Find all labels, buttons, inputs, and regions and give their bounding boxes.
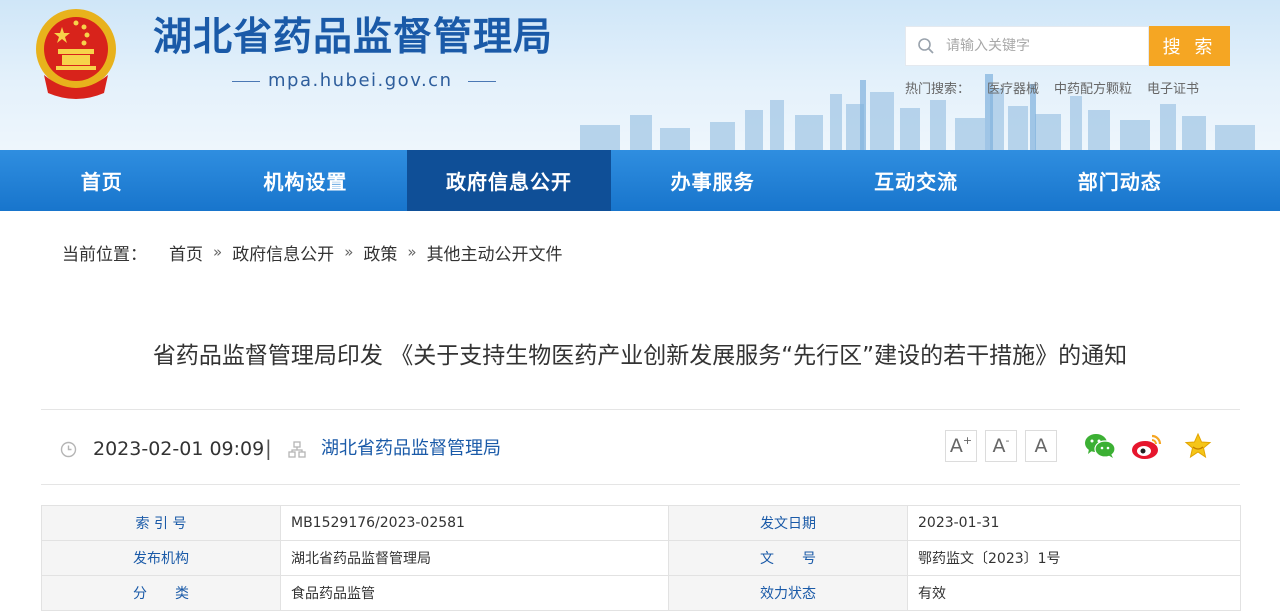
hot-search-link[interactable]: 电子证书	[1147, 78, 1199, 97]
publish-datetime: 2023-02-01 09:09	[93, 438, 265, 460]
search-icon	[906, 27, 946, 65]
domain-text: mpa.hubei.gov.cn	[268, 70, 453, 91]
info-key-validity: 效力状态	[668, 575, 908, 611]
info-value-validity: 有效	[907, 575, 1241, 611]
site-domain: mpa.hubei.gov.cn	[232, 68, 532, 94]
info-value-category: 食品药品监管	[280, 575, 669, 611]
info-value-issue-date: 2023-01-31	[907, 505, 1241, 541]
info-key-index: 索 引 号	[41, 505, 281, 541]
nav-item-interaction[interactable]: 互动交流	[814, 150, 1018, 211]
breadcrumb-link-home[interactable]: 首页	[169, 240, 203, 265]
font-decrease-mark: -	[1005, 433, 1010, 447]
info-key-category: 分 类	[41, 575, 281, 611]
domain-left-rule	[232, 81, 260, 82]
article-source: 湖北省药品监督管理局	[321, 438, 501, 459]
breadcrumb: 当前位置： 首页 » 政府信息公开 » 政策 » 其他主动公开文件	[62, 240, 563, 265]
search-box	[905, 26, 1149, 66]
nav-item-organization[interactable]: 机构设置	[204, 150, 408, 211]
info-value-publisher: 湖北省药品监督管理局	[280, 540, 669, 576]
info-key-doc-number: 文 号	[668, 540, 908, 576]
organization-icon	[288, 441, 306, 463]
font-reset-button[interactable]: A	[1025, 430, 1057, 462]
breadcrumb-link-gov-info[interactable]: 政府信息公开	[232, 240, 334, 265]
article-title: 省药品监督管理局印发 《关于支持生物医药产业创新发展服务“先行区”建设的若干措施…	[152, 343, 1128, 369]
table-row: 索 引 号 MB1529176/2023-02581 发文日期 2023-01-…	[41, 505, 1241, 541]
info-key-publisher: 发布机构	[41, 540, 281, 576]
wechat-icon[interactable]	[1083, 430, 1117, 462]
domain-right-rule	[468, 81, 496, 82]
site-title: 湖北省药品监督管理局	[153, 15, 554, 60]
breadcrumb-label: 当前位置：	[62, 244, 147, 265]
breadcrumb-separator: »	[213, 243, 223, 261]
hot-search-link[interactable]: 中药配方颗粒	[1054, 78, 1132, 97]
table-row: 分 类 食品药品监管 效力状态 有效	[41, 575, 1241, 611]
clock-icon	[60, 441, 77, 462]
hot-search-label: 热门搜索：	[905, 82, 971, 97]
info-value-doc-number: 鄂药监文〔2023〕1号	[907, 540, 1241, 576]
info-value-index: MB1529176/2023-02581	[280, 505, 669, 541]
document-info-table: 索 引 号 MB1529176/2023-02581 发文日期 2023-01-…	[41, 505, 1241, 611]
breadcrumb-link-other-files[interactable]: 其他主动公开文件	[427, 240, 563, 265]
weibo-icon[interactable]	[1130, 430, 1164, 462]
font-decrease-label: A	[992, 435, 1006, 457]
breadcrumb-link-policy[interactable]: 政策	[363, 240, 397, 265]
nav-item-services[interactable]: 办事服务	[611, 150, 815, 211]
national-emblem-icon	[36, 9, 116, 99]
nav-item-gov-info[interactable]: 政府信息公开	[407, 150, 611, 211]
meta-separator: |	[265, 436, 272, 460]
font-increase-button[interactable]: A +	[945, 430, 977, 462]
info-key-issue-date: 发文日期	[668, 505, 908, 541]
hot-search: 热门搜索： 医疗器械 中药配方颗粒 电子证书	[905, 78, 1199, 97]
divider	[41, 409, 1240, 410]
breadcrumb-separator: »	[407, 243, 417, 261]
article-meta: 2023-02-01 09:09 | 湖北省药品监督管理局 A + A- A	[41, 428, 1240, 470]
hot-search-link[interactable]: 医疗器械	[987, 78, 1039, 97]
table-row: 发布机构 湖北省药品监督管理局 文 号 鄂药监文〔2023〕1号	[41, 540, 1241, 576]
favorite-star-icon[interactable]	[1181, 430, 1215, 462]
site-header: 湖北省药品监督管理局 mpa.hubei.gov.cn 搜 索 热门搜索： 医疗…	[0, 0, 1280, 150]
font-decrease-button[interactable]: A-	[985, 430, 1017, 462]
search-input[interactable]	[946, 28, 1142, 64]
search-button[interactable]: 搜 索	[1149, 26, 1230, 66]
font-increase-label: A	[949, 435, 963, 457]
breadcrumb-separator: »	[344, 243, 354, 261]
main-nav: 首页 机构设置 政府信息公开 办事服务 互动交流 部门动态	[0, 150, 1280, 211]
divider	[41, 484, 1240, 485]
font-increase-mark: +	[962, 433, 973, 447]
nav-item-department-news[interactable]: 部门动态	[1018, 150, 1222, 211]
nav-item-home[interactable]: 首页	[0, 150, 204, 211]
